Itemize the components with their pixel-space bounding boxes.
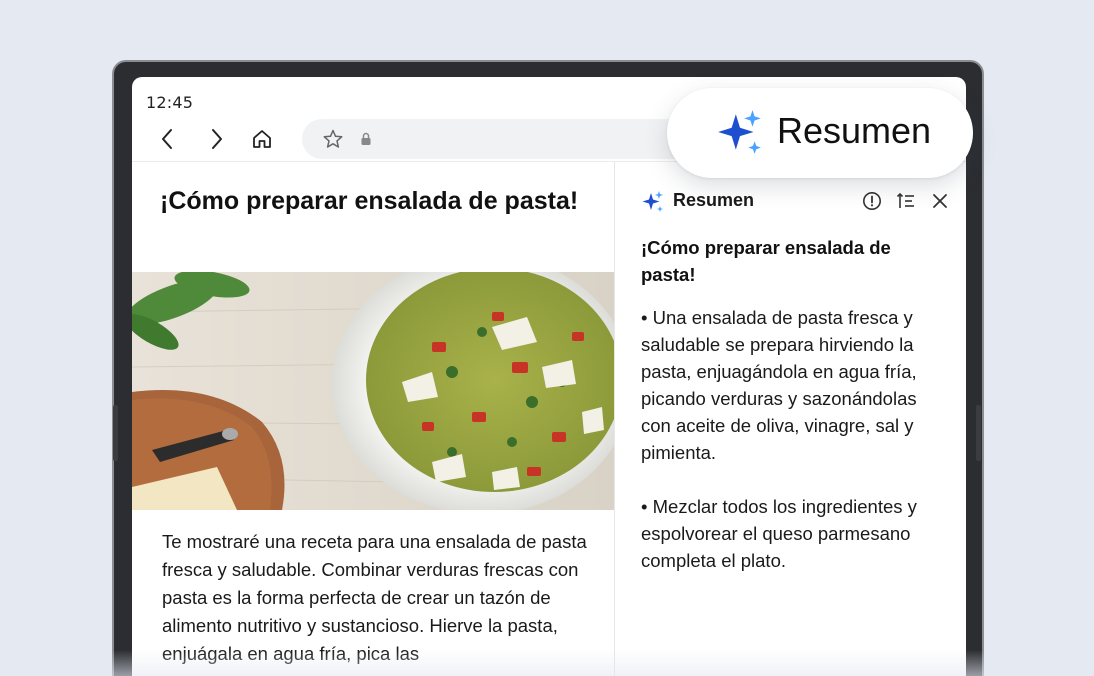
close-button[interactable]: [929, 190, 951, 212]
status-time: 12:45: [146, 93, 194, 112]
article-pane: ¡Cómo preparar ensalada de pasta! Te mos…: [132, 162, 614, 676]
summary-pill-button[interactable]: Resumen: [667, 88, 973, 178]
home-button[interactable]: [246, 123, 278, 155]
info-icon: [863, 192, 881, 210]
star-icon: [323, 129, 343, 148]
format-button[interactable]: [895, 190, 917, 212]
summary-panel-header: Resumen: [641, 188, 951, 218]
summary-bullets: • Una ensalada de pasta fresca y saludab…: [641, 304, 951, 601]
pasta-salad-image: [132, 272, 614, 510]
sparkle-icon: [641, 190, 665, 218]
bookmark-button[interactable]: [322, 128, 344, 154]
article-title: ¡Cómo preparar ensalada de pasta!: [160, 187, 579, 215]
close-icon: [933, 194, 947, 208]
article-body: Te mostraré una receta para una ensalada…: [162, 531, 587, 664]
summary-bullet: • Una ensalada de pasta fresca y saludab…: [641, 307, 917, 463]
hinge-left: [113, 405, 118, 461]
list-format-icon: [896, 192, 914, 208]
back-button[interactable]: [152, 123, 184, 155]
hinge-right: [976, 405, 981, 461]
summary-panel-title: Resumen: [673, 190, 755, 210]
summary-pill-label: Resumen: [777, 110, 932, 151]
chevron-right-icon: [212, 129, 222, 149]
chevron-left-icon: [162, 129, 172, 149]
summary-bullet: • Mezclar todos los ingredientes y espol…: [641, 496, 917, 571]
summary-heading: ¡Cómo preparar ensalada de pasta!: [641, 237, 891, 285]
secure-indicator: [360, 131, 372, 150]
forward-button[interactable]: [200, 123, 232, 155]
home-icon: [253, 130, 271, 148]
lock-icon: [361, 132, 371, 145]
sparkle-icon: [715, 108, 765, 162]
info-button[interactable]: [861, 190, 883, 212]
summary-panel: Resumen ¡Cómo preparar ensalada de pasta…: [615, 162, 966, 676]
